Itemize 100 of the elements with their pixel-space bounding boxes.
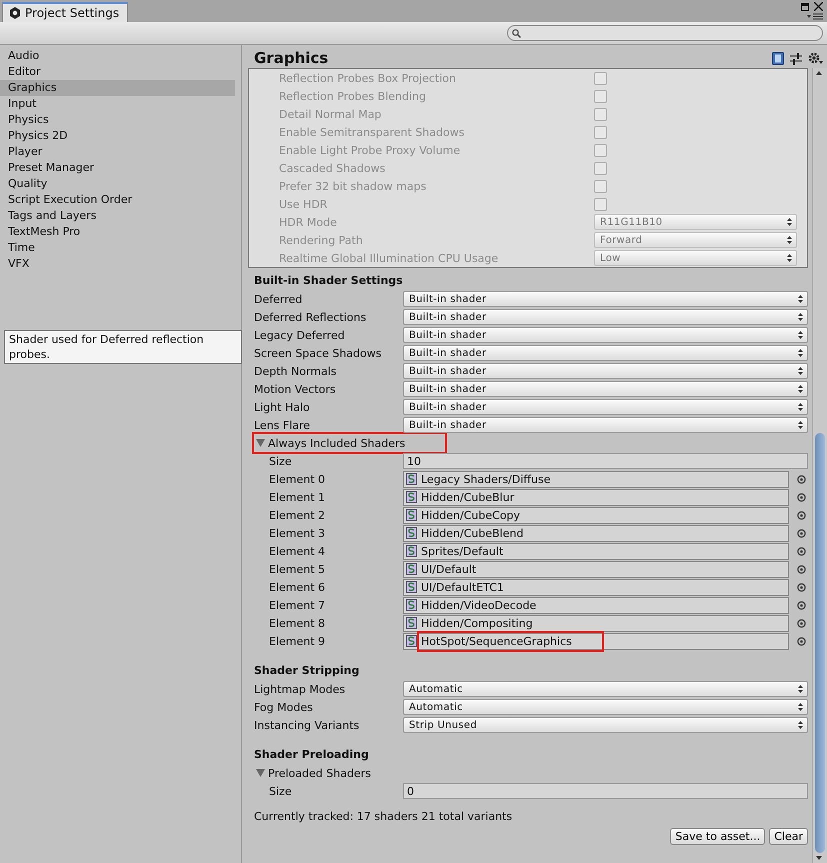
object-field[interactable]: Hidden/Compositing — [403, 614, 789, 632]
scrollbar[interactable] — [812, 68, 827, 863]
sidebar-item[interactable]: Player — [0, 144, 235, 160]
dropdown-arrows-icon — [798, 331, 803, 339]
dropdown[interactable]: Automatic — [403, 681, 808, 697]
dropdown[interactable]: Built-in shader — [403, 309, 808, 325]
settings-icon[interactable] — [808, 52, 823, 65]
close-icon[interactable] — [814, 2, 823, 11]
setting-label: Depth Normals — [254, 364, 338, 378]
dropdown[interactable]: Built-in shader — [403, 345, 808, 361]
object-field[interactable]: Hidden/CubeBlend — [403, 524, 789, 542]
object-name: Hidden/CubeBlend — [420, 526, 524, 540]
setting-label: Motion Vectors — [254, 382, 337, 396]
setting-label: Deferred — [254, 292, 304, 306]
element-label: Element 4 — [268, 544, 326, 558]
object-field[interactable]: Sprites/Default — [403, 542, 789, 560]
setting-label: Lightmap Modes — [254, 682, 346, 696]
foldout-header[interactable]: Preloaded Shaders — [254, 764, 373, 782]
element-label: Element 5 — [268, 562, 326, 576]
object-name: Sprites/Default — [420, 544, 504, 558]
dropdown[interactable]: Built-in shader — [403, 291, 808, 307]
action-button[interactable]: Clear — [769, 828, 808, 845]
section-heading: Shader Preloading — [254, 747, 370, 763]
action-button[interactable]: Save to asset... — [670, 828, 766, 845]
menu-icon[interactable] — [807, 13, 823, 20]
sidebar-item[interactable]: VFX — [0, 256, 235, 272]
search-icon — [512, 28, 521, 38]
setting-label: Instancing Variants — [254, 718, 360, 732]
dropdown[interactable]: Strip Unused — [403, 717, 808, 733]
sidebar-item[interactable]: Physics — [0, 112, 235, 128]
shader-file-icon — [406, 509, 417, 521]
dropdown[interactable]: Built-in shader — [403, 381, 808, 397]
setting-label: Enable Light Probe Proxy Volume — [278, 144, 462, 156]
dropdown-arrows-icon — [798, 403, 803, 411]
dropdown[interactable]: Built-in shader — [403, 363, 808, 379]
window-tab[interactable]: Project Settings — [2, 2, 128, 22]
sidebar-item[interactable]: Input — [0, 96, 235, 112]
object-field[interactable]: UI/Default — [403, 560, 789, 578]
setting-label: Size — [268, 454, 293, 468]
dropdown[interactable]: Automatic — [403, 699, 808, 715]
setting-label: Light Halo — [254, 400, 311, 414]
search-field[interactable] — [507, 25, 823, 41]
panel-title: Graphics — [254, 48, 328, 68]
sliders-icon[interactable] — [790, 52, 802, 64]
dropdown-arrows-icon — [798, 703, 803, 711]
help-book-icon[interactable] — [772, 52, 784, 65]
dropdown-arrows-icon — [798, 721, 803, 729]
dropdown[interactable]: Built-in shader — [403, 417, 808, 433]
sidebar-item[interactable]: Tags and Layers — [0, 208, 235, 224]
setting-label: Deferred Reflections — [254, 310, 368, 324]
object-field[interactable]: Hidden/VideoDecode — [403, 596, 789, 614]
maximize-icon[interactable] — [801, 2, 809, 10]
section-heading: Shader Stripping — [254, 663, 360, 679]
sidebar-item[interactable]: Time — [0, 240, 235, 256]
sidebar-item[interactable]: Physics 2D — [0, 128, 235, 144]
object-field[interactable]: Hidden/CubeCopy — [403, 506, 789, 524]
dropdown-arrows-icon — [798, 367, 803, 375]
dropdown[interactable]: Built-in shader — [403, 327, 808, 343]
element-label: Element 6 — [268, 580, 326, 594]
dropdown-arrows-icon — [798, 385, 803, 393]
dropdown-arrows-icon — [787, 218, 792, 226]
shader-file-icon — [406, 599, 417, 611]
sidebar-item[interactable]: TextMesh Pro — [0, 224, 235, 240]
setting-label: Screen Space Shadows — [254, 346, 382, 360]
object-field[interactable]: UI/DefaultETC1 — [403, 578, 789, 596]
sidebar-item[interactable]: Editor — [0, 64, 235, 80]
object-name: HotSpot/SequenceGraphics — [419, 632, 602, 650]
dropdown-arrows-icon — [798, 349, 803, 357]
shader-file-icon — [406, 473, 417, 485]
sidebar-item[interactable]: Graphics — [0, 80, 235, 96]
dropdown-arrows-icon — [798, 295, 803, 303]
setting-label: Prefer 32 bit shadow maps — [278, 180, 428, 192]
shader-file-icon — [406, 581, 417, 593]
setting-label: Size — [268, 784, 293, 798]
sidebar-item[interactable]: Script Execution Order — [0, 192, 235, 208]
sidebar-item[interactable]: Quality — [0, 176, 235, 192]
foldout-triangle-icon[interactable] — [256, 439, 265, 447]
object-field[interactable]: HotSpot/SequenceGraphics — [403, 632, 789, 650]
setting-label: Enable Semitransparent Shadows — [278, 126, 466, 138]
setting-label: Legacy Deferred — [254, 328, 346, 342]
foldout-triangle-icon[interactable] — [256, 769, 265, 777]
sidebar-item[interactable]: Audio — [0, 48, 235, 64]
object-field[interactable]: Legacy Shaders/Diffuse — [403, 470, 789, 488]
size-field[interactable]: 10 — [403, 453, 808, 469]
sidebar-item[interactable]: Preset Manager — [0, 160, 235, 176]
tooltip: Shader used for Deferred reflection probes. — [4, 330, 242, 364]
object-name: Hidden/CubeBlur — [420, 490, 516, 504]
element-label: Element 8 — [268, 616, 326, 630]
dropdown-arrows-icon — [798, 313, 803, 321]
object-field[interactable]: Hidden/CubeBlur — [403, 488, 789, 506]
dropdown[interactable]: Built-in shader — [403, 399, 808, 415]
object-name: Hidden/VideoDecode — [420, 598, 538, 612]
foldout-header[interactable]: Always Included Shaders — [254, 434, 446, 452]
size-field[interactable]: 0 — [403, 783, 808, 799]
setting-label: Fog Modes — [254, 700, 314, 714]
setting-label: Reflection Probes Blending — [278, 90, 427, 102]
shader-file-icon — [406, 545, 417, 557]
shader-file-icon — [406, 563, 417, 575]
object-name: UI/Default — [420, 562, 478, 576]
element-label: Element 1 — [268, 490, 326, 504]
